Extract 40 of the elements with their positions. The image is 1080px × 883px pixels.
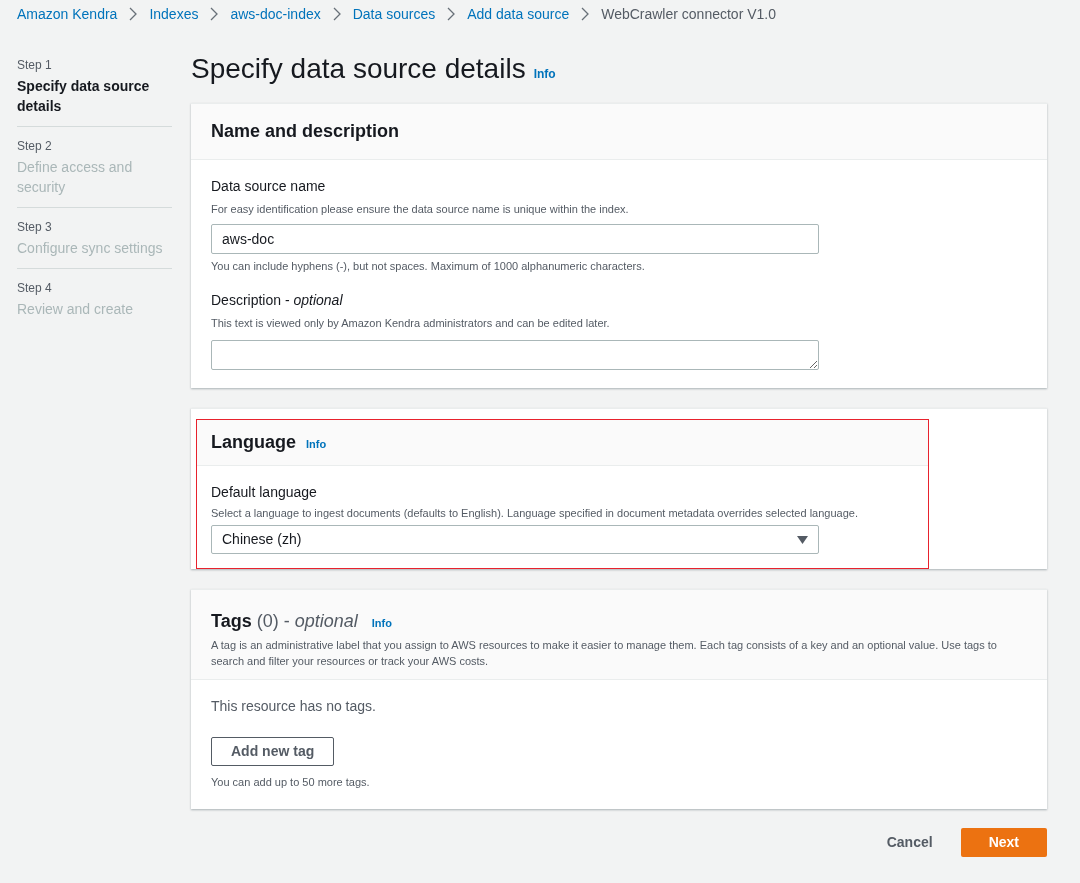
section-title: Language [211, 430, 296, 454]
info-link[interactable]: Info [371, 615, 392, 632]
cancel-button[interactable]: Cancel [868, 827, 951, 857]
section-title: Tags (0) - optional [211, 610, 358, 633]
section-description: A tag is an administrative label that you assign to AWS resources to make it easier to manage them. Each tag consists of a key and an optional value. Use tags to search and filter your resources or track your AWS costs. [211, 638, 998, 669]
add-tag-button[interactable]: Add new tag [211, 737, 335, 766]
field-label: Default language [211, 482, 318, 502]
breadcrumb-link[interactable]: aws-doc-index [230, 3, 321, 25]
input-field[interactable]: aws-doc [211, 223, 819, 254]
field-hint: This text is viewed only by Amazon Kendra administrators and can be edited later. [211, 316, 611, 331]
breadcrumb-link[interactable]: Add data source [467, 3, 570, 25]
step-number: Step 3 [17, 219, 53, 236]
chevron-right-icon [129, 7, 138, 21]
section-title: Name and description [211, 120, 400, 143]
step-number: Step 1 [17, 57, 53, 74]
breadcrumb-current: WebCrawler connector V1.0 [601, 4, 776, 24]
next-button[interactable]: Next [960, 827, 1047, 857]
info-link[interactable]: Info [533, 65, 556, 83]
chevron-right-icon [581, 7, 590, 21]
breadcrumb-link[interactable]: Amazon Kendra [17, 3, 118, 25]
empty-state-text: This resource has no tags. [211, 697, 377, 716]
step-label[interactable]: Specify data source details [17, 76, 172, 116]
field-hint: For easy identification please ensure the data source name is unique within the index. [211, 202, 630, 217]
chevron-right-icon [332, 7, 341, 21]
chevron-right-icon [210, 7, 219, 21]
field-hint: Select a language to ingest documents (defaults to English). Language specified in document metadata overrides selected language. [211, 505, 859, 521]
field-label: Data source name [211, 177, 327, 196]
dropdown-caret-icon [797, 535, 808, 544]
info-link[interactable]: Info [306, 435, 327, 453]
chevron-right-icon [447, 7, 456, 21]
textarea-field[interactable] [211, 339, 819, 370]
step-number: Step 2 [17, 138, 53, 155]
limit-text: You can add up to 50 more tags. [211, 775, 371, 790]
step-number: Step 4 [17, 280, 53, 297]
field-constraint: You can include hyphens (-), but not spaces. Maximum of 1000 alphanumeric characters. [211, 258, 646, 274]
field-label: Description - optional [211, 291, 344, 310]
language-select[interactable]: Chinese (zh) [211, 525, 819, 554]
breadcrumb-link[interactable]: Indexes [149, 3, 199, 25]
page-title: Specify data source details [191, 52, 526, 86]
breadcrumb-link[interactable]: Data sources [352, 3, 436, 25]
